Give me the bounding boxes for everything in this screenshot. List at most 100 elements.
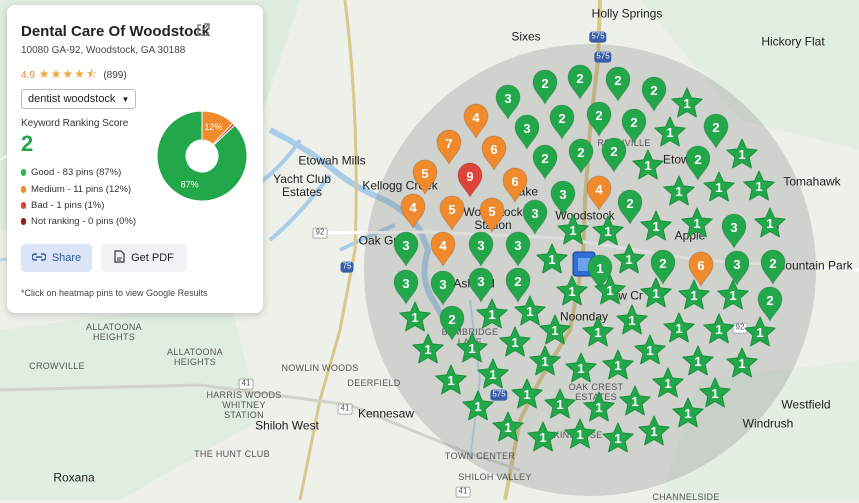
- heatmap-pin[interactable]: 1: [556, 214, 590, 246]
- pin-rank: 2: [610, 144, 618, 159]
- heatmap-pin[interactable]: 1: [528, 345, 562, 377]
- heatmap-pin[interactable]: 1: [671, 397, 705, 429]
- heatmap-pin[interactable]: 1: [555, 275, 589, 307]
- heatmap-pin[interactable]: 1: [538, 314, 572, 346]
- heatmap-pin[interactable]: 4: [399, 193, 427, 229]
- pin-rank: 1: [650, 424, 658, 439]
- heatmap-pin[interactable]: 3: [467, 231, 495, 267]
- heatmap-pin[interactable]: 4: [462, 103, 490, 139]
- pin-rank: 1: [606, 283, 614, 298]
- heatmap-pin[interactable]: 1: [593, 274, 627, 306]
- pin-rank: 3: [514, 238, 522, 253]
- heatmap-pin[interactable]: 1: [411, 333, 445, 365]
- heatmap-pin[interactable]: 6: [480, 135, 508, 171]
- heatmap-pin[interactable]: 1: [716, 279, 750, 311]
- heatmap-pin[interactable]: 3: [392, 269, 420, 305]
- pin-rank: 9: [466, 169, 474, 184]
- pin-rank: 1: [683, 96, 691, 111]
- heatmap-pin[interactable]: 2: [548, 104, 576, 140]
- heatmap-pin[interactable]: 1: [476, 358, 510, 390]
- pin-rank: 2: [576, 71, 584, 86]
- keyword-dropdown[interactable]: dentist woodstock ▼: [21, 89, 137, 109]
- heatmap-pin[interactable]: 2: [567, 138, 595, 174]
- heatmap-pin[interactable]: 1: [535, 243, 569, 275]
- heatmap-pin[interactable]: 4: [585, 175, 613, 211]
- heatmap-pin[interactable]: 3: [720, 213, 748, 249]
- heatmap-pin[interactable]: 1: [677, 279, 711, 311]
- business-name: Dental Care Of Woodstock: [21, 23, 210, 40]
- heatmap-pin[interactable]: 4: [429, 231, 457, 267]
- heatmap-pin[interactable]: 1: [398, 301, 432, 333]
- heatmap-pin[interactable]: 1: [601, 349, 635, 381]
- score-label: Keyword Ranking Score: [21, 118, 129, 129]
- pin-rank: 1: [715, 180, 723, 195]
- heatmap-pin[interactable]: 2: [585, 101, 613, 137]
- heatmap-pin[interactable]: 2: [566, 64, 594, 100]
- heatmap-pin[interactable]: 3: [429, 270, 457, 306]
- heatmap-pin[interactable]: 3: [521, 199, 549, 235]
- heatmap-pin[interactable]: 1: [601, 422, 635, 454]
- heatmap-pin[interactable]: 5: [411, 159, 439, 195]
- heatmap-pin[interactable]: 1: [526, 421, 560, 453]
- heatmap-pin[interactable]: 1: [498, 326, 532, 358]
- heatmap-pin[interactable]: 1: [662, 312, 696, 344]
- heatmap-pin[interactable]: 1: [742, 170, 776, 202]
- heatmap-pin[interactable]: 1: [510, 378, 544, 410]
- pin-rank: 1: [468, 341, 476, 356]
- heatmap-pin[interactable]: 2: [604, 66, 632, 102]
- heatmap-pin[interactable]: 5: [478, 197, 506, 233]
- heatmap-pin[interactable]: 1: [651, 367, 685, 399]
- get-pdf-label: Get PDF: [131, 252, 174, 264]
- heatmap-pin[interactable]: 1: [637, 415, 671, 447]
- heatmap-pin[interactable]: 5: [438, 195, 466, 231]
- medium-marker-icon: [21, 186, 26, 193]
- heatmap-pin[interactable]: 2: [531, 69, 559, 105]
- pin-rank: 1: [755, 179, 763, 194]
- heatmap-pin[interactable]: 2: [640, 76, 668, 112]
- heatmap-pin[interactable]: 3: [504, 231, 532, 267]
- get-pdf-button[interactable]: Get PDF: [101, 244, 187, 272]
- pin-rank: 1: [738, 147, 746, 162]
- heatmap-pin[interactable]: 1: [680, 207, 714, 239]
- heatmap-pin[interactable]: 1: [633, 334, 667, 366]
- heatmap-pin[interactable]: 1: [702, 171, 736, 203]
- legend-bad-text: Bad - 1 pins (1%): [31, 200, 105, 211]
- heatmap-pin[interactable]: 1: [612, 243, 646, 275]
- heatmap-pin[interactable]: 1: [662, 175, 696, 207]
- heatmap-pin[interactable]: 1: [631, 149, 665, 181]
- link-icon: [31, 252, 47, 265]
- heatmap-pin[interactable]: 1: [618, 385, 652, 417]
- heatmap-pin[interactable]: 1: [615, 304, 649, 336]
- heatmap-pin[interactable]: 9: [456, 162, 484, 198]
- heatmap-pin[interactable]: 1: [681, 345, 715, 377]
- heatmap-pin[interactable]: 1: [702, 313, 736, 345]
- pin-rank: 1: [577, 361, 585, 376]
- pin-rank: 2: [650, 83, 658, 98]
- heatmap-pin[interactable]: 1: [725, 138, 759, 170]
- heatmap-pin[interactable]: 1: [543, 388, 577, 420]
- heatmap-pin[interactable]: 1: [639, 210, 673, 242]
- heatmap-pin[interactable]: 1: [653, 116, 687, 148]
- heatmap-pin[interactable]: 7: [435, 129, 463, 165]
- heatmap-pin[interactable]: 1: [670, 87, 704, 119]
- heatmap-pin[interactable]: 3: [392, 231, 420, 267]
- pin-rank: 1: [569, 223, 577, 238]
- heatmap-pin[interactable]: 1: [461, 390, 495, 422]
- pin-rank: 3: [477, 238, 485, 253]
- business-info-card: Dental Care Of Woodstock 10080 GA-92, Wo…: [7, 5, 263, 313]
- heatmap-pin[interactable]: 2: [600, 137, 628, 173]
- pin-rank: 2: [769, 256, 777, 271]
- heatmap-pin[interactable]: 1: [753, 207, 787, 239]
- heatmap-pin[interactable]: 3: [549, 180, 577, 216]
- heatmap-pin[interactable]: 1: [563, 418, 597, 450]
- heatmap-pin[interactable]: 1: [581, 316, 615, 348]
- share-button[interactable]: Share: [21, 244, 92, 272]
- heatmap-pin[interactable]: 1: [564, 352, 598, 384]
- heatmap-pin[interactable]: 2: [759, 249, 787, 285]
- heatmap-pin[interactable]: 2: [531, 144, 559, 180]
- pin-rank: 1: [488, 307, 496, 322]
- heatmap-pin[interactable]: 1: [491, 411, 525, 443]
- heatmap-pin[interactable]: 1: [725, 347, 759, 379]
- heatmap-pin[interactable]: 1: [743, 316, 777, 348]
- external-link-icon[interactable]: [195, 22, 211, 38]
